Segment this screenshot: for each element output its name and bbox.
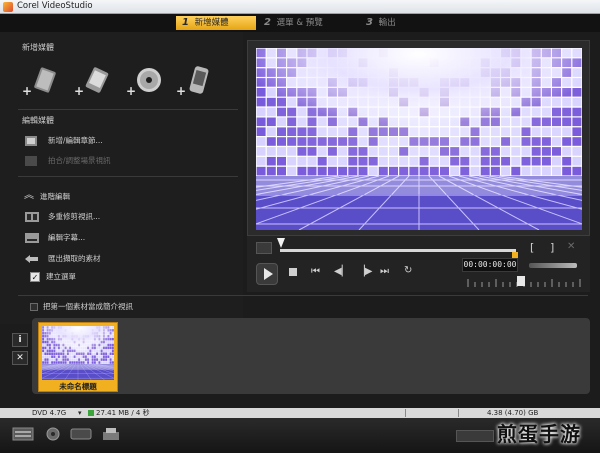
disc-tick	[405, 409, 406, 417]
tab-number: 2	[264, 17, 271, 28]
remove-button[interactable]: ✕	[12, 351, 28, 365]
tab-label: 選單 & 預覽	[276, 18, 323, 28]
disc-used-fill	[88, 410, 94, 416]
mark-out-button[interactable]: ]	[550, 241, 554, 254]
disc-dropdown-icon[interactable]: ▾	[78, 408, 82, 418]
chevron-up-icon: ︽	[24, 190, 34, 201]
scrub-bar[interactable]	[280, 249, 516, 252]
app-logo-icon	[3, 2, 13, 12]
disc-used: 27.41 MB / 4 秒	[96, 409, 150, 417]
next-frame-icon[interactable]: ▕▶	[357, 266, 372, 277]
disc-usage-bar: DVD 4.7G ▾ 27.41 MB / 4 秒 4.38 (4.70) GB	[0, 408, 600, 418]
gear-icon[interactable]	[42, 426, 64, 442]
import-dvd-button[interactable]: +	[126, 62, 166, 102]
mobile-device-icon	[189, 66, 209, 94]
project-settings-icon[interactable]	[12, 426, 34, 442]
title-bar: Corel VideoStudio	[0, 0, 600, 14]
menu-item-label: 拍合/調整場景視訊	[48, 156, 111, 165]
section-divider	[18, 109, 238, 110]
tab-number: 3	[366, 17, 373, 28]
dvd-disc-icon	[137, 68, 161, 92]
video-file-icon	[34, 67, 56, 93]
menu-item-label: 新增/編輯章節...	[48, 136, 103, 145]
timeline-divider	[18, 295, 588, 296]
preview-image	[256, 48, 582, 230]
watermark-text: 煎蛋手游	[497, 422, 581, 446]
clip-title: 未命名標題	[59, 382, 97, 391]
tab-number: 1	[182, 17, 189, 28]
close-icon[interactable]: ✕	[567, 241, 575, 252]
window-title: Corel VideoStudio	[17, 1, 93, 11]
checkbox-icon	[30, 303, 38, 311]
tab-output[interactable]: 3 輸出	[360, 16, 430, 30]
info-button[interactable]: i	[12, 333, 28, 347]
mark-in-button[interactable]: [	[530, 241, 534, 254]
menu-item-label: 多重修剪視訊...	[48, 212, 101, 221]
resolution-icon[interactable]	[70, 426, 92, 442]
clip-thumbnail	[42, 326, 114, 380]
preview-screen	[256, 48, 582, 230]
capture-icons: + + + +	[22, 62, 222, 102]
create-menu-label: 建立選單	[46, 272, 76, 281]
timecode-display[interactable]: 00:00:00:00	[462, 258, 518, 272]
disc-capacity: 4.38 (4.70) GB	[487, 409, 539, 417]
disc-tick	[458, 409, 459, 417]
first-clip-option-label: 把第一個素材當成簡介視訊	[43, 302, 133, 311]
chapter-icon	[25, 136, 37, 146]
first-clip-intro-checkbox[interactable]: 把第一個素材當成簡介視訊	[30, 301, 133, 312]
bottom-field[interactable]	[456, 430, 494, 442]
import-photo-button[interactable]: +	[74, 62, 114, 102]
tab-label: 新增媒體	[194, 18, 229, 28]
play-button[interactable]	[256, 263, 278, 285]
menu-item-label: 匯出擷取的素材	[48, 254, 101, 263]
go-to-start-icon[interactable]: ⏮	[311, 266, 320, 277]
repeat-icon[interactable]: ↻	[404, 265, 412, 276]
export-arrow-icon	[25, 255, 38, 263]
stop-icon[interactable]	[289, 268, 297, 276]
scene-icon	[25, 156, 37, 166]
disc-type[interactable]: DVD 4.7G	[32, 408, 66, 418]
print-icon[interactable]	[100, 426, 122, 442]
trim-film-icon	[25, 212, 39, 222]
subtitle-icon	[25, 233, 39, 243]
storyboard-clip[interactable]: 未命名標題	[38, 322, 118, 392]
thumbnail-image	[42, 326, 114, 380]
advanced-title: 進階編輯	[40, 192, 70, 201]
tab-add-media[interactable]: 1 新增媒體	[176, 16, 256, 30]
import-video-button[interactable]: +	[22, 62, 62, 102]
import-device-button[interactable]: +	[176, 62, 216, 102]
zoom-handle[interactable]	[517, 276, 525, 286]
edit-media-title: 編輯媒體	[22, 116, 54, 125]
checkbox-checked-icon: ✓	[30, 272, 40, 282]
play-icon	[264, 268, 273, 280]
photo-import-icon	[85, 67, 109, 93]
project-mode-icon[interactable]	[256, 242, 272, 254]
go-to-end-icon[interactable]: ⏭	[380, 266, 389, 277]
zoom-ruler[interactable]	[466, 279, 584, 287]
tab-menu-preview[interactable]: 2 選單 & 預覽	[258, 16, 358, 30]
volume-slider[interactable]	[529, 263, 577, 268]
tab-label: 輸出	[378, 18, 396, 28]
menu-item-label: 編輯字幕...	[48, 233, 86, 242]
previous-frame-icon[interactable]: ◀▏	[334, 266, 349, 277]
add-media-title: 新增媒體	[22, 43, 54, 52]
section-divider	[18, 176, 238, 177]
